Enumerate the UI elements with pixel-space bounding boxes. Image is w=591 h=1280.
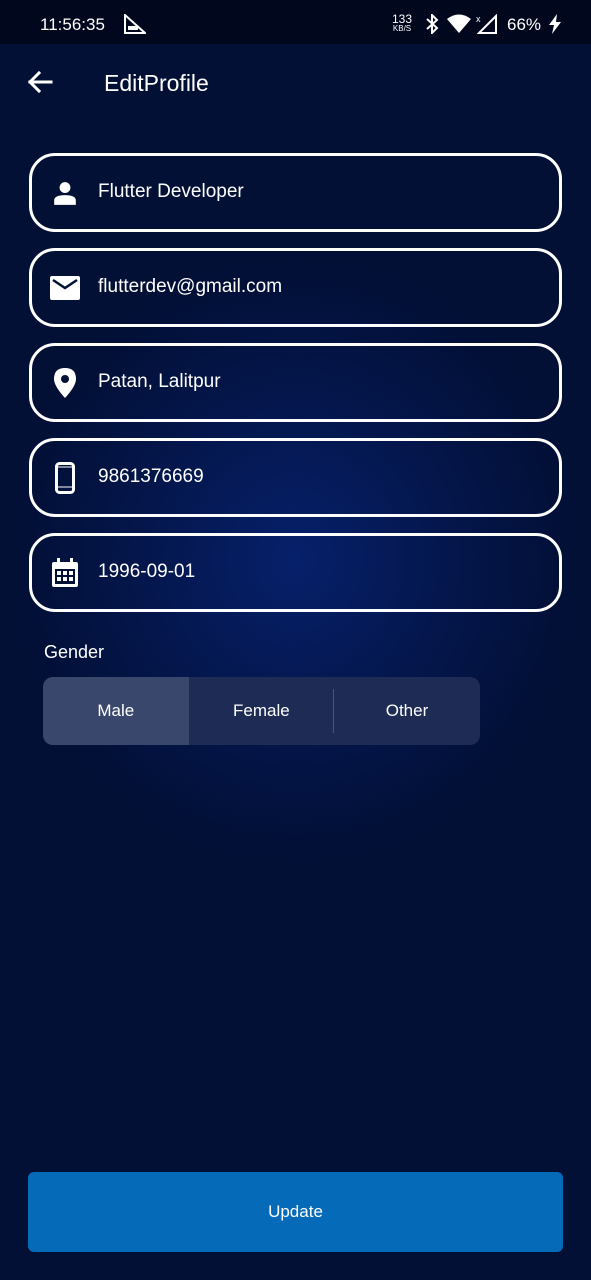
location-pin-icon — [50, 368, 80, 398]
arrow-back-icon — [27, 70, 53, 99]
email-icon — [50, 273, 80, 303]
back-button[interactable] — [22, 66, 58, 102]
app-notification-icon — [124, 12, 148, 34]
page-title: EditProfile — [104, 70, 209, 96]
address-field[interactable]: Patan, Lalitpur — [29, 343, 562, 422]
calendar-icon — [50, 558, 80, 588]
name-value: Flutter Developer — [98, 181, 244, 202]
name-field[interactable]: Flutter Developer — [29, 153, 562, 232]
charging-icon — [548, 14, 562, 39]
address-value: Patan, Lalitpur — [98, 371, 221, 392]
app-bar: EditProfile — [0, 44, 591, 124]
update-button[interactable]: Update — [28, 1172, 563, 1252]
dob-field[interactable]: 1996-09-01 — [29, 533, 562, 612]
battery-percent: 66% — [507, 15, 542, 34]
bluetooth-icon — [425, 12, 439, 39]
phone-value: 9861376669 — [98, 466, 204, 487]
status-bar: 11:56:35 133 KB/S x 66% — [0, 0, 591, 44]
phone-field[interactable]: 9861376669 — [29, 438, 562, 517]
person-icon — [50, 178, 80, 208]
svg-text:x: x — [476, 14, 481, 24]
gender-option-female[interactable]: Female — [189, 677, 335, 745]
signal-icon: x — [476, 13, 498, 39]
gender-label: Gender — [44, 642, 105, 662]
dob-value: 1996-09-01 — [98, 561, 196, 582]
smartphone-icon — [50, 462, 80, 494]
gender-option-male[interactable]: Male — [43, 677, 189, 745]
gender-option-other[interactable]: Other — [334, 677, 480, 745]
status-time: 11:56:35 — [40, 15, 105, 34]
gender-segmented-control: Male Female Other — [43, 677, 480, 745]
wifi-icon — [447, 14, 471, 39]
email-field[interactable]: flutterdev@gmail.com — [29, 248, 562, 327]
network-speed: 133 KB/S — [392, 12, 413, 33]
email-value: flutterdev@gmail.com — [98, 276, 283, 297]
